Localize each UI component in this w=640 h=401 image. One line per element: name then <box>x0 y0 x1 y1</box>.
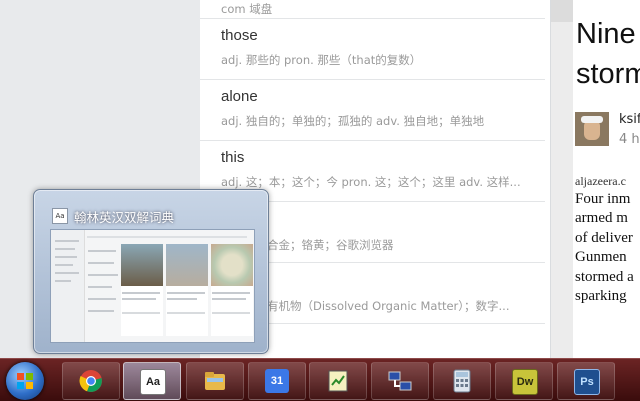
hidden-row-definition: 有机物（Dissolved Organic Matter）；数字... <box>267 299 510 313</box>
avatar[interactable] <box>575 112 609 146</box>
taskbar-notepad-button[interactable] <box>309 362 367 400</box>
author-name[interactable]: ksif <box>619 112 640 127</box>
photoshop-icon: Ps <box>574 369 600 395</box>
windows-logo-icon <box>17 373 33 389</box>
notepad-icon <box>328 370 348 392</box>
taskbar-network-button[interactable] <box>371 362 429 400</box>
list-item-alone[interactable]: alone adj. 独自的；单独的；孤独的 adv. 独自地；单独地 <box>200 80 545 141</box>
chrome-icon <box>79 370 102 392</box>
entry-definition: adj. 这；本；这个；今 pron. 这；这个；这里 adv. 这样... <box>221 175 521 189</box>
calendar-icon: 31 <box>265 369 289 393</box>
calculator-icon <box>453 369 471 393</box>
network-icon <box>388 371 412 391</box>
entry-word: those <box>221 27 258 44</box>
start-button[interactable] <box>6 362 44 400</box>
source-link[interactable]: aljazeera.c <box>575 174 626 189</box>
taskbar-dreamweaver-button[interactable]: Dw <box>495 362 553 400</box>
entry-definition: adj. 独自的；单独的；孤独的 adv. 独自地；单独地 <box>221 114 485 128</box>
taskbar-explorer-button[interactable] <box>186 362 244 400</box>
taskbar-thumbnail-preview[interactable]: Aa 翰林英汉双解词典 <box>33 189 269 354</box>
scroll-gutter[interactable] <box>551 0 573 358</box>
entry-definition: adj. 那些的 pron. 那些（that的复数） <box>221 53 422 67</box>
dictionary-icon: Aa <box>140 369 166 395</box>
taskbar-calculator-button[interactable] <box>433 362 491 400</box>
entry-word: this <box>221 149 245 166</box>
dictionary-icon: Aa <box>52 208 68 224</box>
list-item[interactable]: com 域盘 <box>200 0 545 19</box>
folder-icon <box>205 372 225 390</box>
window-preview[interactable] <box>50 229 255 343</box>
list-item-those[interactable]: those adj. 那些的 pron. 那些（that的复数） <box>200 19 545 80</box>
entry-word: alone <box>221 88 258 105</box>
hidden-row-definition: 合金；铬黄；谷歌浏览器 <box>267 238 394 252</box>
timestamp: 4 h <box>619 132 640 147</box>
taskbar: Aa 31 Dw Ps <box>0 358 640 401</box>
article-body: Four inm armed m of deliver Gunmen storm… <box>575 191 634 305</box>
taskbar-chrome-button[interactable] <box>62 362 120 400</box>
article-title[interactable]: Nine storm <box>576 14 640 94</box>
taskbar-dictionary-button[interactable]: Aa <box>123 362 181 400</box>
thumbnail-title: 翰林英汉双解词典 <box>74 210 175 225</box>
entry-definition: com 域盘 <box>221 2 273 16</box>
article-pane: Nine storm ksif 4 h aljazeera.c Four inm… <box>573 0 640 358</box>
taskbar-calendar-button[interactable]: 31 <box>248 362 306 400</box>
dreamweaver-icon: Dw <box>512 369 538 395</box>
taskbar-photoshop-button[interactable]: Ps <box>557 362 615 400</box>
